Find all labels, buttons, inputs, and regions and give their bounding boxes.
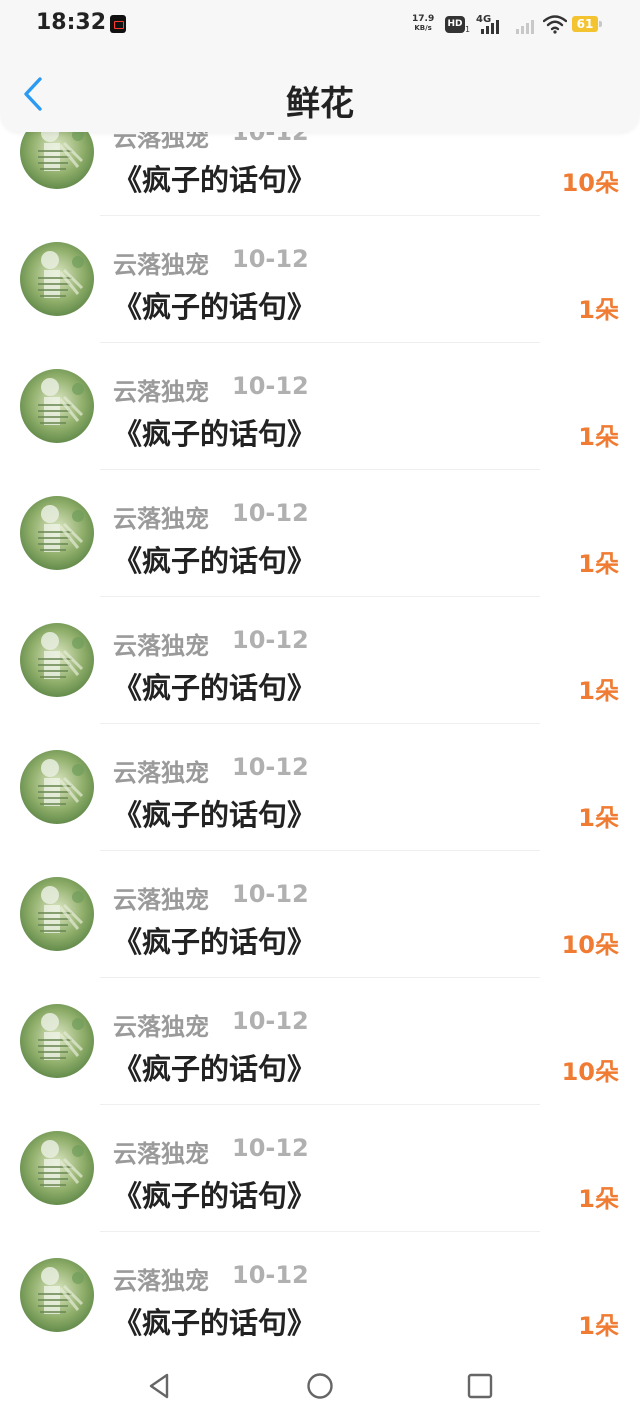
avatar[interactable]	[20, 242, 94, 316]
avatar[interactable]	[20, 1131, 94, 1205]
item-title: 《疯子的话句》	[113, 925, 317, 959]
item-date: 10-12	[232, 626, 309, 654]
avatar-image	[20, 369, 94, 443]
avatar[interactable]	[20, 1004, 94, 1078]
item-date: 10-12	[232, 880, 309, 908]
avatar[interactable]	[20, 877, 94, 951]
list-item[interactable]: 云落独宠 10-12 《疯子的话句》 1朵	[0, 1105, 640, 1232]
avatar[interactable]	[20, 1258, 94, 1332]
list-item[interactable]: 云落独宠 10-12 《疯子的话句》 1朵	[0, 724, 640, 851]
network-speed-value: 17.9	[412, 14, 435, 24]
item-title: 《疯子的话句》	[113, 1052, 317, 1086]
item-title: 《疯子的话句》	[113, 1179, 317, 1213]
hd-icon: HD	[445, 16, 465, 33]
user-name: 云落独宠	[113, 1267, 209, 1295]
flower-count: 10朵	[561, 169, 619, 197]
user-name: 云落独宠	[113, 378, 209, 406]
avatar-image	[20, 750, 94, 824]
flower-count: 1朵	[578, 550, 619, 578]
screen-record-icon	[110, 15, 126, 33]
flower-count: 10朵	[561, 931, 619, 959]
flower-count: 1朵	[578, 1185, 619, 1213]
user-name: 云落独宠	[113, 759, 209, 787]
avatar-image	[20, 496, 94, 570]
item-title: 《疯子的话句》	[113, 163, 317, 197]
user-name: 云落独宠	[113, 505, 209, 533]
wifi-icon	[543, 15, 567, 34]
network-speed-unit: KB/s	[414, 24, 432, 32]
item-date: 10-12	[232, 1261, 309, 1289]
item-date: 10-12	[232, 245, 309, 273]
avatar-image	[20, 1258, 94, 1332]
item-title: 《疯子的话句》	[113, 417, 317, 451]
status-bar: 18:32 17.9 KB/s HD 1 4G 61	[0, 0, 640, 50]
item-date: 10-12	[232, 1134, 309, 1162]
page-title: 鲜花	[286, 84, 354, 124]
user-name: 云落独宠	[113, 886, 209, 914]
nav-back-button[interactable]	[145, 1371, 175, 1401]
flower-count: 1朵	[578, 296, 619, 324]
status-time: 18:32	[36, 10, 107, 35]
list-item[interactable]: 云落独宠 10-12 《疯子的话句》 1朵	[0, 470, 640, 597]
signal-strength-sim2-icon	[516, 20, 540, 34]
item-date: 10-12	[232, 753, 309, 781]
list-item[interactable]: 云落独宠 10-12 《疯子的话句》 10朵	[0, 851, 640, 978]
avatar[interactable]	[20, 750, 94, 824]
network-speed: 17.9 KB/s	[412, 15, 434, 33]
user-name: 云落独宠	[113, 251, 209, 279]
avatar[interactable]	[20, 496, 94, 570]
battery-icon: 61	[572, 16, 602, 32]
item-title: 《疯子的话句》	[113, 671, 317, 705]
list-item[interactable]: 云落独宠 10-12 《疯子的话句》 10朵	[0, 978, 640, 1105]
avatar-image	[20, 877, 94, 951]
flower-count: 1朵	[578, 1312, 619, 1340]
flower-count: 1朵	[578, 804, 619, 832]
item-date: 10-12	[232, 372, 309, 400]
avatar-image	[20, 1131, 94, 1205]
item-title: 《疯子的话句》	[113, 544, 317, 578]
flower-count: 10朵	[561, 1058, 619, 1086]
flower-count: 1朵	[578, 677, 619, 705]
avatar[interactable]	[20, 369, 94, 443]
user-name: 云落独宠	[113, 1013, 209, 1041]
item-title: 《疯子的话句》	[113, 1306, 317, 1340]
signal-strength-icon	[481, 20, 505, 34]
user-name: 云落独宠	[113, 632, 209, 660]
nav-recents-button[interactable]	[465, 1371, 495, 1401]
sim-number: 1	[465, 25, 471, 34]
avatar[interactable]	[20, 623, 94, 697]
avatar-image	[20, 1004, 94, 1078]
item-title: 《疯子的话句》	[113, 290, 317, 324]
system-nav-bar	[0, 1348, 640, 1422]
nav-home-button[interactable]	[305, 1371, 335, 1401]
screen: 18:32 17.9 KB/s HD 1 4G 61 鲜花 云落独宠 10-12…	[0, 0, 640, 1422]
nav-header: 鲜花	[0, 50, 640, 132]
flower-count: 1朵	[578, 423, 619, 451]
user-name: 云落独宠	[113, 1140, 209, 1168]
item-title: 《疯子的话句》	[113, 798, 317, 832]
flower-record-list: 云落独宠 10-12 《疯子的话句》 10朵 云落独宠 10-12 《疯子的话句…	[0, 89, 640, 1359]
list-item[interactable]: 云落独宠 10-12 《疯子的话句》 1朵	[0, 216, 640, 343]
item-date: 10-12	[232, 1007, 309, 1035]
item-date: 10-12	[232, 499, 309, 527]
avatar-image	[20, 242, 94, 316]
list-item[interactable]: 云落独宠 10-12 《疯子的话句》 1朵	[0, 343, 640, 470]
list-item[interactable]: 云落独宠 10-12 《疯子的话句》 1朵	[0, 597, 640, 724]
list-item[interactable]: 云落独宠 10-12 《疯子的话句》 1朵	[0, 1232, 640, 1359]
avatar-image	[20, 623, 94, 697]
